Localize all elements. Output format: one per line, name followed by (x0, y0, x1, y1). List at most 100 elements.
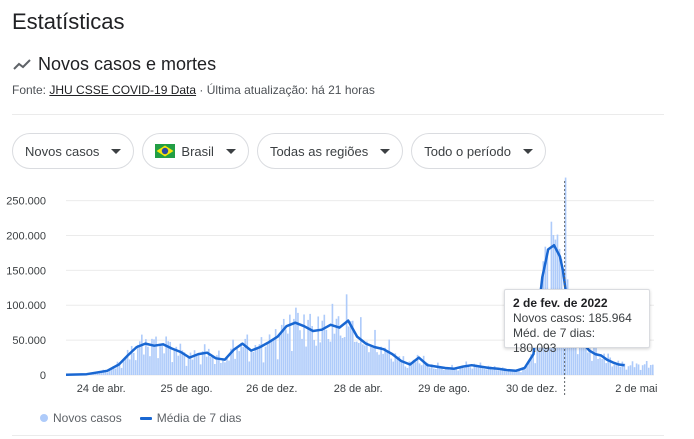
cases-bar (331, 303, 334, 375)
cases-bar (201, 351, 204, 375)
cases-bar (325, 329, 328, 375)
cases-bar (287, 333, 289, 375)
period-select[interactable]: Todo o período (411, 133, 546, 169)
chart-tooltip: 2 de fev. de 2022 Novos casos: 185.964 M… (504, 289, 650, 355)
cases-bar (607, 353, 609, 375)
cases-bar (360, 317, 362, 375)
cases-bar (422, 355, 425, 375)
cases-bar (329, 341, 332, 375)
cases-bar (611, 366, 614, 375)
cases-bar (479, 362, 482, 375)
cases-bar (505, 371, 508, 375)
cases-bar (205, 356, 208, 375)
cases-bar (193, 350, 196, 375)
cases-bar (299, 330, 301, 375)
cases-bar (420, 365, 423, 375)
cases-bar (463, 367, 466, 375)
cases-bar (483, 368, 486, 375)
y-tick-label: 50.000 (12, 335, 46, 347)
tooltip-date: 2 de fev. de 2022 (513, 296, 608, 310)
y-tick-label: 0 (40, 370, 46, 382)
cases-bar (499, 369, 502, 375)
brazil-flag-icon (155, 144, 176, 158)
cases-bar (161, 344, 163, 375)
cases-bar (199, 364, 202, 375)
filter-bar: Novos casos Brasil Todas as regiões Todo… (12, 133, 546, 169)
cases-bar (132, 352, 135, 375)
cases-bar (647, 367, 650, 375)
cases-bar (341, 337, 344, 375)
cases-bar (234, 358, 236, 375)
cases-bar (465, 361, 468, 375)
x-tick-label: 2 de mai (615, 383, 657, 395)
cases-bar (218, 350, 220, 375)
source-updated: · Última atualização: há 21 horas (196, 83, 375, 97)
cases-bar (645, 360, 648, 375)
metric-select[interactable]: Novos casos (12, 133, 135, 169)
cases-bar (435, 368, 437, 375)
cases-bar (349, 321, 352, 375)
cases-bar (246, 334, 249, 375)
cases-bar (232, 339, 234, 375)
cases-bar (236, 348, 238, 375)
country-select[interactable]: Brasil (142, 133, 249, 169)
cases-bar (339, 335, 342, 375)
cases-bar (327, 338, 330, 375)
section-header: Novos casos e mortes (12, 54, 216, 75)
cases-bar (390, 358, 393, 375)
cases-bar (272, 339, 275, 375)
source-prefix: Fonte: (12, 83, 50, 97)
cases-bar (378, 354, 380, 375)
cases-bar (353, 341, 356, 375)
cases-bar (305, 346, 307, 375)
section-title: Novos casos e mortes (38, 54, 217, 74)
cases-bar (333, 333, 336, 375)
cases-bar (303, 314, 305, 375)
cases-bar (418, 363, 421, 375)
period-select-label: Todo o período (424, 143, 511, 159)
tooltip-cases: Novos casos: 185.964 (513, 311, 632, 325)
cases-bar (284, 329, 287, 375)
dropdown-arrow-icon (380, 148, 391, 154)
x-tick-label: 24 de abr. (77, 383, 126, 395)
cases-bar (625, 369, 628, 375)
cases-bar (295, 307, 297, 375)
y-tick-label: 250.000 (6, 196, 46, 208)
x-tick-label: 26 de dez. (246, 383, 297, 395)
cases-bar (524, 369, 526, 375)
cases-bar (309, 313, 311, 375)
cases-bar (368, 352, 370, 375)
cases-bar (461, 367, 464, 375)
cases-bar (449, 369, 451, 375)
cases-bar (226, 358, 228, 375)
source-link[interactable]: JHU CSSE COVID-19 Data (49, 83, 196, 97)
cases-bar (262, 362, 265, 375)
cases-bar (276, 359, 279, 375)
cases-bar (240, 343, 242, 375)
cases-bar (238, 351, 240, 375)
cases-bar (485, 369, 488, 375)
source-line: Fonte: JHU CSSE COVID-19 Data · Última a… (12, 83, 375, 97)
cases-bar (481, 368, 484, 375)
cases-bar (380, 346, 382, 375)
cases-bar (520, 372, 522, 375)
legend-avg-label: Média de 7 dias (156, 411, 242, 425)
cases-bar (291, 350, 293, 375)
cases-bar (274, 329, 277, 375)
y-tick-label: 150.000 (6, 265, 46, 277)
cases-bar (455, 368, 457, 375)
cases-bar (374, 329, 376, 375)
region-select-label: Todas as regiões (269, 143, 369, 159)
cases-bar (410, 363, 413, 375)
cases-bar (386, 350, 388, 375)
cases-bar (270, 340, 273, 375)
cases-bar (362, 344, 364, 375)
cases-bar (497, 370, 500, 375)
page-title: Estatísticas (12, 9, 125, 34)
y-tick-label: 200.000 (6, 230, 46, 242)
cases-bar (315, 345, 318, 375)
cases-bar (392, 361, 395, 375)
region-select[interactable]: Todas as regiões (256, 133, 404, 169)
cases-bar (357, 342, 360, 375)
divider (12, 114, 664, 115)
